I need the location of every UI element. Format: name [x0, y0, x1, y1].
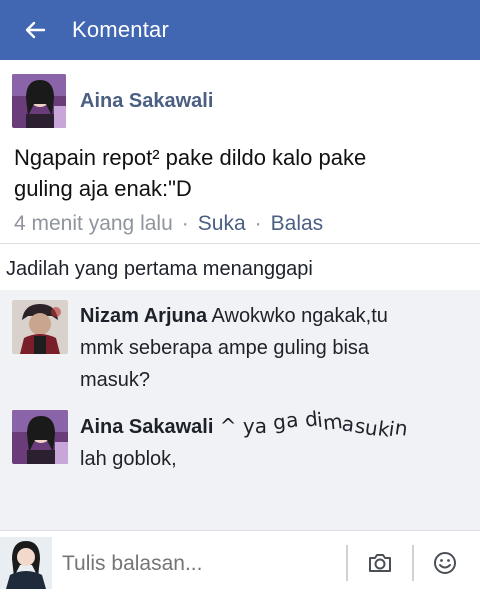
replies-list: Nizam Arjuna Awokwko ngakak,tu mmk seber… [0, 290, 480, 530]
back-arrow-icon[interactable] [24, 19, 46, 41]
reply-author[interactable]: Nizam Arjuna [80, 305, 207, 327]
first-reply-prompt: Jadilah yang pertama menanggapi [0, 244, 480, 290]
timestamp: 4 menit yang lalu [14, 212, 173, 235]
like-button[interactable]: Suka [198, 212, 246, 235]
avatar [0, 537, 52, 589]
avatar[interactable] [12, 410, 68, 464]
comment-meta: 4 menit yang lalu · Suka · Balas [14, 212, 323, 236]
reply-text: Nizam Arjuna Awokwko ngakak,tu mmk seber… [80, 305, 388, 391]
separator-dot: · [181, 212, 189, 235]
divider [346, 545, 348, 581]
comment-post: Aina Sakawali Ngapain repot² pake dildo … [0, 60, 480, 245]
reply-input[interactable] [60, 551, 335, 577]
page-title: Komentar [72, 17, 169, 42]
comment-author[interactable]: Aina Sakawali [80, 90, 213, 113]
top-bar: Komentar [0, 0, 480, 60]
divider [412, 545, 414, 581]
avatar[interactable] [12, 74, 66, 128]
comment-text: Ngapain repot² pake dildo kalo pake guli… [14, 145, 367, 201]
reply-composer [0, 530, 480, 595]
reply-author[interactable]: Aina Sakawali [80, 416, 213, 438]
camera-icon[interactable] [366, 549, 394, 577]
emoji-icon[interactable] [431, 549, 459, 577]
reply-text: Aina Sakawali ^ ya ga dimasukin lah gobl… [80, 406, 410, 470]
reply-button[interactable]: Balas [271, 212, 324, 235]
separator-dot: · [254, 212, 262, 235]
avatar[interactable] [12, 300, 68, 354]
